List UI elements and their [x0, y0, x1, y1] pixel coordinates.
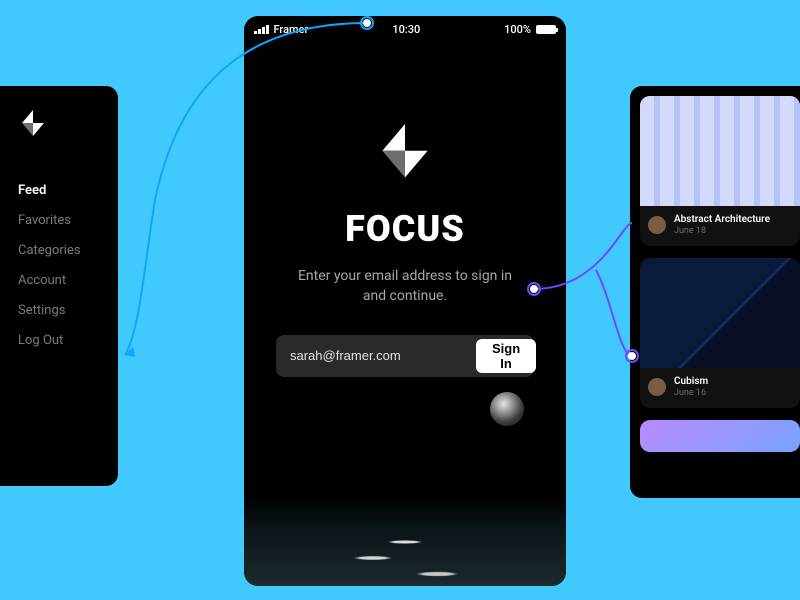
- card-date: June 16: [674, 388, 708, 398]
- login-hero: FOCUS Enter your email address to sign i…: [244, 38, 566, 377]
- sidebar-item-favorites[interactable]: Favorites: [18, 214, 100, 227]
- avatar: [648, 216, 666, 234]
- status-bar: Framer 10:30 100%: [244, 16, 566, 38]
- sidebar-item-logout[interactable]: Log Out: [18, 334, 100, 347]
- app-title: FOCUS: [345, 208, 465, 250]
- sidebar-item-settings[interactable]: Settings: [18, 304, 100, 317]
- phone-frame: Framer 10:30 100% FOCUS Enter your email…: [244, 16, 566, 586]
- card-image: [640, 96, 800, 206]
- sidebar-item-account[interactable]: Account: [18, 274, 100, 287]
- sidebar-item-feed[interactable]: Feed: [18, 184, 100, 197]
- carrier-label: Framer: [274, 23, 309, 36]
- feed-card[interactable]: Cubism June 16: [640, 258, 800, 408]
- sidebar: Feed Favorites Categories Account Settin…: [0, 86, 118, 486]
- touch-indicator: [490, 392, 524, 426]
- card-title: Abstract Architecture: [674, 214, 770, 225]
- card-image: [640, 258, 800, 368]
- signin-row: Sign In: [276, 335, 534, 377]
- bolt-icon: [18, 110, 100, 144]
- signin-button[interactable]: Sign In: [476, 339, 536, 373]
- card-title: Cubism: [674, 376, 708, 387]
- bolt-icon: [374, 124, 436, 198]
- feed-panel: Abstract Architecture June 18 Cubism Jun…: [630, 86, 800, 498]
- login-subtitle: Enter your email address to sign in and …: [295, 266, 515, 307]
- sidebar-item-categories[interactable]: Categories: [18, 244, 100, 257]
- signal-icon: [254, 25, 269, 34]
- feed-card[interactable]: Abstract Architecture June 18: [640, 96, 800, 246]
- card-date: June 18: [674, 226, 770, 236]
- battery-icon: [536, 25, 556, 34]
- feed-card[interactable]: [640, 420, 800, 452]
- clock: 10:30: [392, 23, 420, 36]
- avatar: [648, 378, 666, 396]
- email-field[interactable]: [280, 348, 476, 363]
- battery-pct: 100%: [504, 23, 531, 36]
- card-image: [640, 420, 800, 452]
